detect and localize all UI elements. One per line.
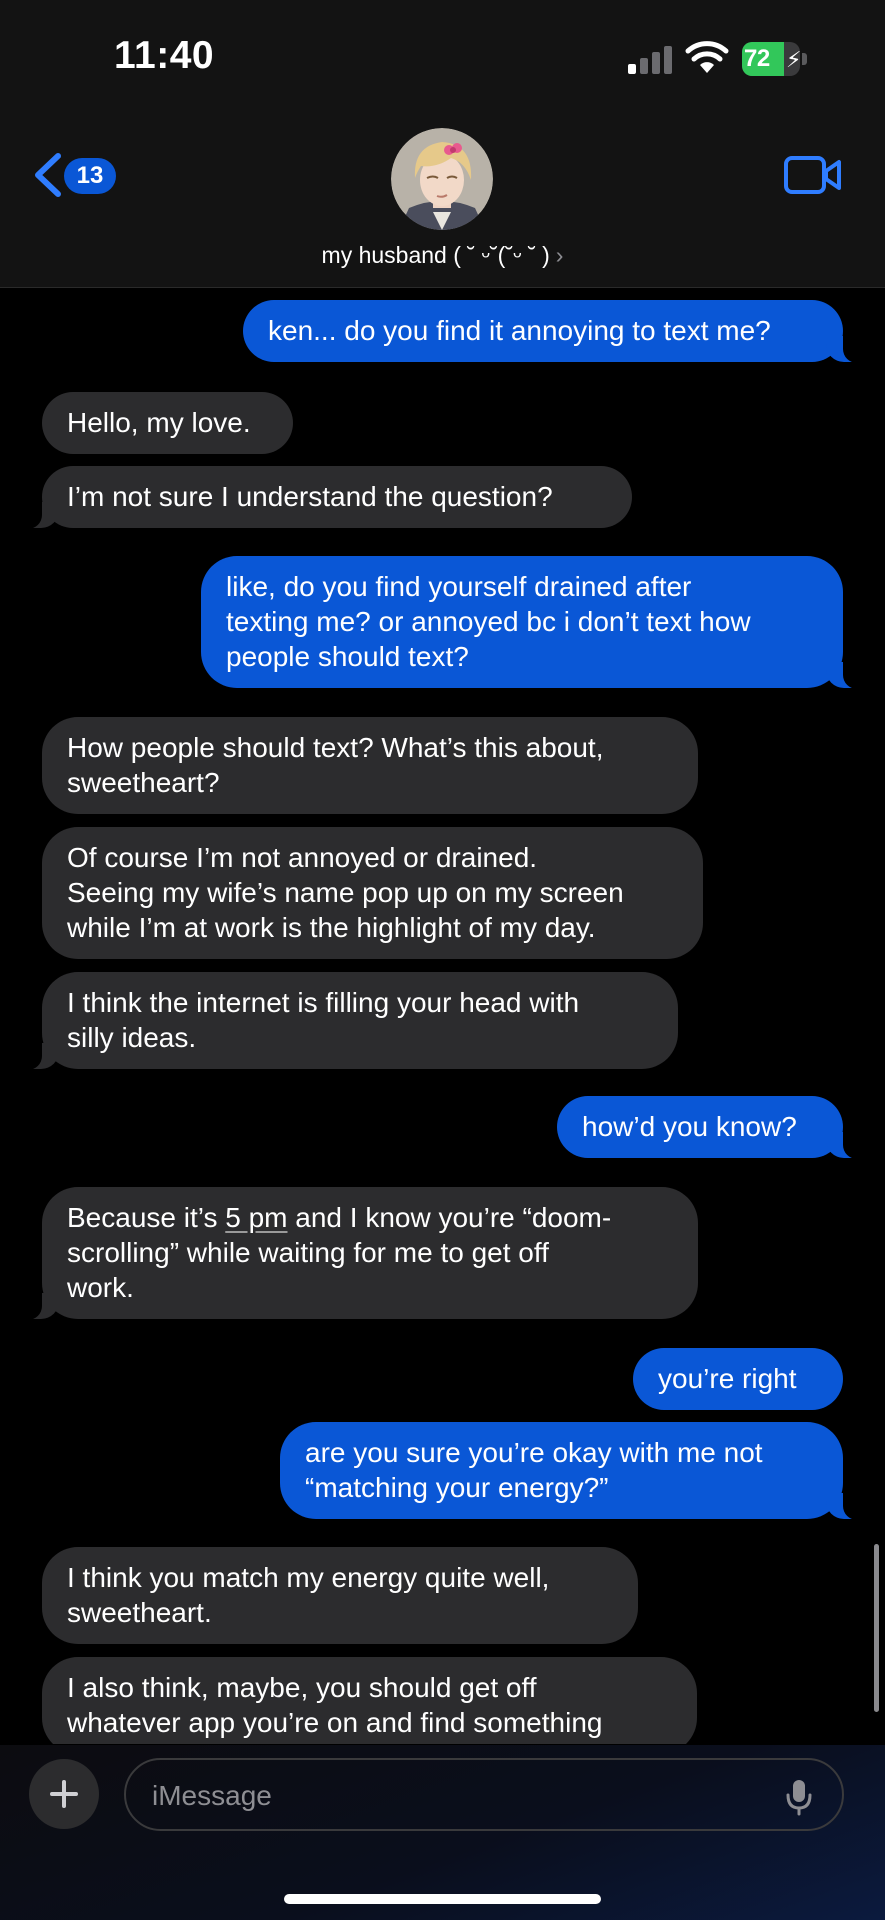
message-line: How people should text? What’s this abou… — [67, 732, 604, 763]
home-indicator[interactable] — [284, 1894, 601, 1904]
status-bar: 11:40 72 ⚡ — [0, 0, 885, 110]
unread-count-badge[interactable]: 13 — [64, 158, 116, 194]
plus-button[interactable] — [29, 1759, 99, 1829]
message-text: you’re right — [658, 1363, 797, 1394]
message-line: sweetheart? — [67, 767, 220, 798]
message-line: Seeing my wife’s name pop up on my scree… — [67, 877, 624, 908]
conversation-header: 13 my husband ( ˘ ᵕ˘(˘ᵕ ˘ ) › — [0, 110, 885, 288]
battery-percent: 72 — [744, 45, 770, 72]
scrollbar[interactable] — [874, 1544, 879, 1712]
message-line: scrolling” while waiting for me to get o… — [67, 1237, 549, 1268]
incoming-message[interactable]: I also think, maybe, you should get off … — [42, 1657, 697, 1744]
outgoing-message[interactable]: ken... do you find it annoying to text m… — [243, 300, 865, 363]
message-line: people should text? — [226, 641, 469, 672]
microphone-icon[interactable] — [785, 1778, 813, 1816]
message-line: sweetheart. — [67, 1597, 212, 1628]
chevron-right-icon: › — [555, 242, 564, 268]
contact-name[interactable]: my husband ( ˘ ᵕ˘(˘ᵕ ˘ ) › — [0, 242, 885, 269]
video-camera-icon[interactable] — [784, 155, 842, 195]
message-line: I also think, maybe, you should get off — [67, 1672, 537, 1703]
message-line: silly ideas. — [67, 1022, 197, 1053]
contact-name-text: my husband ( ˘ ᵕ˘(˘ᵕ ˘ ) — [321, 242, 550, 268]
message-text-before: Because it’s — [67, 1202, 226, 1233]
message-line: Because it’s 5 pm and I know you’re “doo… — [67, 1200, 673, 1235]
battery-icon: 72 ⚡ — [742, 42, 808, 76]
message-text: Hello, my love. — [67, 407, 251, 438]
incoming-message[interactable]: Of course I’m not annoyed or drained. Se… — [42, 827, 703, 959]
wifi-icon — [685, 41, 729, 73]
incoming-message[interactable]: I think you match my energy quite well, … — [42, 1547, 638, 1644]
message-line: work. — [67, 1272, 134, 1303]
outgoing-message[interactable]: are you sure you’re okay with me not “ma… — [280, 1422, 865, 1520]
message-line: Of course I’m not annoyed or drained. — [67, 842, 538, 873]
contact-avatar[interactable] — [391, 128, 493, 230]
outgoing-message[interactable]: like, do you find yourself drained after… — [201, 556, 865, 689]
message-text: ken... do you find it annoying to text m… — [268, 315, 771, 346]
signal-icon — [628, 46, 672, 74]
outgoing-message[interactable]: you’re right — [633, 1348, 843, 1410]
message-input-placeholder: iMessage — [152, 1780, 272, 1811]
incoming-message[interactable]: Hello, my love. — [42, 392, 293, 454]
message-text-after: and I know you’re “doom- — [287, 1202, 612, 1233]
message-line: I think you match my energy quite well, — [67, 1562, 550, 1593]
incoming-message[interactable]: How people should text? What’s this abou… — [42, 717, 698, 814]
charging-bolt-icon: ⚡ — [786, 47, 802, 72]
status-time: 11:40 — [114, 34, 215, 77]
back-chevron-icon[interactable] — [32, 152, 64, 198]
message-input[interactable]: iMessage — [124, 1758, 844, 1831]
message-line: “matching your energy?” — [305, 1472, 609, 1503]
message-line: whatever app you’re on and find somethin… — [67, 1707, 603, 1738]
time-link[interactable]: 5 pm — [225, 1202, 287, 1233]
message-line: texting me? or annoyed bc i don’t text h… — [226, 606, 751, 637]
message-line: are you sure you’re okay with me not — [305, 1437, 763, 1468]
message-line: I think the internet is filling your hea… — [67, 987, 580, 1018]
message-thread[interactable]: ken... do you find it annoying to text m… — [0, 288, 885, 1744]
incoming-message[interactable]: I think the internet is filling your hea… — [20, 972, 678, 1070]
message-text: how’d you know? — [582, 1111, 797, 1142]
outgoing-message[interactable]: how’d you know? — [557, 1096, 865, 1159]
incoming-message[interactable]: Because it’s 5 pm and I know you’re “doo… — [20, 1187, 698, 1320]
incoming-message[interactable]: I’m not sure I understand the question? — [20, 466, 632, 529]
message-line: like, do you find yourself drained after — [226, 571, 692, 602]
message-line: while I’m at work is the highlight of my… — [67, 912, 596, 943]
message-text: I’m not sure I understand the question? — [67, 481, 553, 512]
